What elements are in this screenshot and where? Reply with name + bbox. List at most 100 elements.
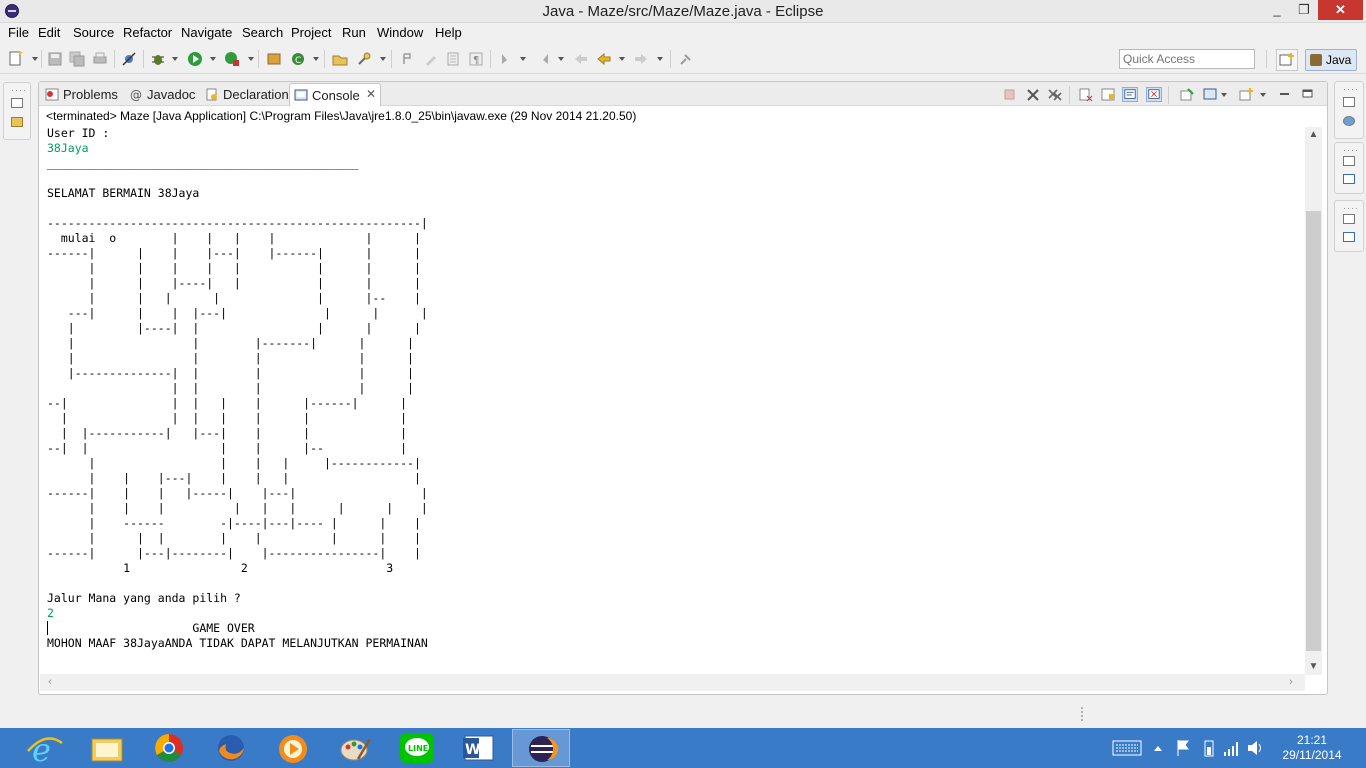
- taskbar-app-firefox[interactable]: [202, 729, 260, 767]
- pilcrow-icon[interactable]: ¶: [468, 51, 484, 67]
- display-selected-console-icon[interactable]: [1202, 87, 1218, 102]
- external-tools-dropdown[interactable]: [248, 57, 254, 61]
- minimize-view-icon[interactable]: [1277, 87, 1293, 102]
- scroll-right-icon[interactable]: ›: [1283, 674, 1299, 691]
- show-console-on-output-icon[interactable]: [1122, 87, 1138, 102]
- terminate-icon[interactable]: [1002, 87, 1018, 102]
- debug-dropdown[interactable]: [172, 57, 178, 61]
- restore-icon[interactable]: [1343, 97, 1355, 107]
- pin-console-icon[interactable]: [1179, 87, 1195, 102]
- horizontal-scrollbar[interactable]: ‹ ›: [40, 674, 1305, 691]
- maximize-button[interactable]: ❐: [1291, 0, 1317, 20]
- close-button[interactable]: ✕: [1318, 0, 1363, 20]
- new-icon[interactable]: [8, 51, 24, 67]
- new-java-project-icon[interactable]: [266, 51, 282, 67]
- new-java-class-icon[interactable]: C: [290, 51, 306, 67]
- package-explorer-icon[interactable]: [11, 117, 23, 127]
- next-annotation-dropdown[interactable]: [520, 57, 526, 61]
- taskbar-app-word[interactable]: W: [450, 729, 508, 767]
- last-edit-location-icon[interactable]: [573, 51, 589, 67]
- menu-search[interactable]: Search: [242, 25, 283, 40]
- trim-handle[interactable]: ····: [1343, 84, 1359, 94]
- next-annotation-icon[interactable]: [498, 51, 514, 67]
- run-external-icon[interactable]: [224, 51, 240, 67]
- scroll-up-icon[interactable]: ▲: [1305, 127, 1322, 143]
- forward-dropdown[interactable]: [657, 57, 663, 61]
- scroll-left-icon[interactable]: ‹: [42, 674, 58, 691]
- display-console-dropdown[interactable]: [1221, 93, 1227, 97]
- menu-refactor[interactable]: Refactor: [123, 25, 172, 40]
- tab-declaration[interactable]: Declaration: [201, 83, 289, 106]
- minimize-button[interactable]: _: [1264, 0, 1290, 20]
- show-console-on-error-icon[interactable]: [1146, 87, 1162, 102]
- taskbar-app-chrome[interactable]: [140, 729, 198, 767]
- status-bar-grip[interactable]: [1080, 705, 1084, 723]
- show-hidden-icons-icon[interactable]: [1152, 728, 1164, 768]
- open-console-icon[interactable]: [1238, 87, 1254, 102]
- previous-annotation-dropdown[interactable]: [558, 57, 564, 61]
- pin-editor-icon[interactable]: [678, 51, 694, 67]
- back-icon[interactable]: [596, 51, 612, 67]
- menu-navigate[interactable]: Navigate: [181, 25, 232, 40]
- maximize-view-icon[interactable]: [1300, 87, 1316, 102]
- taskbar-app-eclipse[interactable]: [512, 729, 570, 767]
- back-dropdown[interactable]: [619, 57, 625, 61]
- menu-run[interactable]: Run: [342, 25, 366, 40]
- run-icon[interactable]: [187, 51, 203, 67]
- remove-all-terminated-icon[interactable]: [1047, 87, 1063, 102]
- taskbar-app-line[interactable]: LINE: [388, 729, 446, 767]
- menu-project[interactable]: Project: [291, 25, 331, 40]
- menu-window[interactable]: Window: [377, 25, 423, 40]
- toggle-block-selection-icon[interactable]: [423, 51, 439, 67]
- menu-source[interactable]: Source: [73, 25, 114, 40]
- restore-icon[interactable]: [1343, 214, 1355, 224]
- show-whitespace-icon[interactable]: [445, 51, 461, 67]
- scroll-thumb[interactable]: [1306, 211, 1321, 651]
- keyboard-icon[interactable]: [1112, 728, 1142, 768]
- tab-problems[interactable]: Problems: [41, 83, 125, 106]
- open-type-icon[interactable]: [332, 51, 348, 67]
- battery-icon[interactable]: [1202, 728, 1216, 768]
- trim-handle[interactable]: ····: [11, 85, 27, 95]
- print-icon[interactable]: [92, 51, 108, 67]
- new-class-dropdown[interactable]: [313, 57, 319, 61]
- taskbar-app-paint[interactable]: [326, 729, 384, 767]
- console-output[interactable]: User ID :38Jaya _________________________…: [47, 126, 1305, 675]
- editor-area-icon[interactable]: [1343, 232, 1355, 242]
- close-icon[interactable]: ✕: [366, 87, 376, 101]
- remove-launch-icon[interactable]: [1025, 87, 1041, 102]
- tab-javadoc[interactable]: @ Javadoc: [125, 83, 201, 106]
- save-icon[interactable]: [47, 51, 63, 67]
- clear-console-icon[interactable]: [1078, 87, 1094, 102]
- search-dropdown[interactable]: [380, 57, 386, 61]
- save-all-icon[interactable]: [69, 51, 85, 67]
- menu-help[interactable]: Help: [435, 25, 462, 40]
- outline-icon[interactable]: [1343, 174, 1355, 184]
- system-clock[interactable]: 21:21 29/11/2014: [1276, 733, 1348, 763]
- menu-edit[interactable]: Edit: [38, 25, 60, 40]
- forward-icon[interactable]: [633, 51, 649, 67]
- new-dropdown[interactable]: [32, 57, 38, 61]
- trim-handle[interactable]: ····: [1343, 145, 1359, 155]
- scroll-down-icon[interactable]: ▼: [1305, 659, 1322, 675]
- trim-handle[interactable]: ····: [1343, 203, 1359, 213]
- previous-annotation-icon[interactable]: [536, 51, 552, 67]
- task-list-icon[interactable]: [1343, 116, 1355, 126]
- vertical-scrollbar[interactable]: ▲ ▼: [1305, 127, 1322, 675]
- search-icon[interactable]: [356, 51, 372, 67]
- run-dropdown[interactable]: [210, 57, 216, 61]
- quick-access-input[interactable]: [1119, 49, 1255, 69]
- debug-icon[interactable]: [150, 51, 166, 67]
- open-perspective-button[interactable]: [1276, 49, 1298, 71]
- java-perspective-button[interactable]: Java: [1305, 49, 1357, 71]
- restore-icon[interactable]: [1343, 156, 1355, 166]
- volume-icon[interactable]: [1246, 728, 1264, 768]
- taskbar-app-ie[interactable]: e: [16, 729, 74, 768]
- scroll-lock-icon[interactable]: [1100, 87, 1116, 102]
- tab-console[interactable]: Console ✕: [289, 83, 381, 106]
- skip-breakpoints-icon[interactable]: [121, 51, 137, 67]
- taskbar-app-media-player[interactable]: [264, 729, 322, 767]
- action-center-flag-icon[interactable]: [1174, 728, 1192, 768]
- toggle-mark-occurrences-icon[interactable]: [400, 51, 416, 67]
- network-signal-icon[interactable]: [1222, 728, 1240, 768]
